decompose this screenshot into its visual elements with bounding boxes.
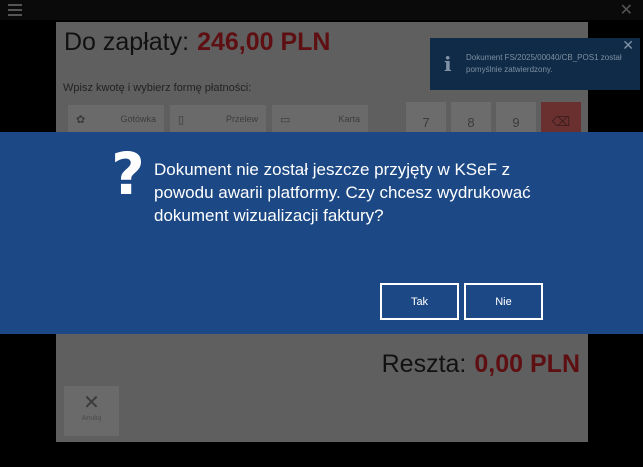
pay-transfer-label: Przelew [225,114,258,124]
yes-button[interactable]: Tak [380,283,459,320]
window-close-icon[interactable]: ✕ [620,0,633,19]
card-icon: ▭ [280,112,291,126]
change-label: Reszta: [381,350,467,378]
confirm-dialog: ? Dokument nie został jeszcze przyjęty w… [0,132,643,334]
pay-cash-button[interactable]: ✿ Gotówka [68,105,164,133]
keypad-key-7[interactable]: 7 [406,102,446,132]
toast-close-icon[interactable]: ✕ [622,38,634,54]
pay-card-button[interactable]: ▭ Karta [272,105,368,133]
cash-icon: ✿ [76,112,86,126]
payment-instruction: Wpisz kwotę i wybierz formę płatności: [63,82,252,94]
cancel-tile-label: Anuluj [81,415,102,422]
amount-due-value: 246,00 PLN [197,28,331,56]
no-button[interactable]: Nie [464,283,543,320]
close-icon: ✕ [83,390,100,414]
amount-due-label: Do zapłaty: [64,28,190,56]
cancel-tile-button[interactable]: ✕ Anuluj [64,386,119,436]
change-value: 0,00 PLN [474,350,580,378]
backspace-icon: ⌫ [551,115,571,130]
top-bar: ✕ [0,0,643,20]
document-icon: ▯ [178,112,185,126]
amount-due: Do zapłaty: 246,00 PLN [64,28,330,57]
change-amount: Reszta: 0,00 PLN [382,350,580,379]
hamburger-menu-icon[interactable] [8,4,22,16]
info-icon: i [444,52,452,76]
pay-cash-label: Gotówka [120,114,156,124]
backspace-key[interactable]: ⌫ [541,102,581,132]
toast-message: Dokument FS/2025/00040/CB_POS1 został po… [466,53,622,74]
question-icon: ? [111,140,145,208]
notification-toast: i Dokument FS/2025/00040/CB_POS1 został … [430,38,640,90]
keypad-key-9[interactable]: 9 [496,102,536,132]
keypad-key-8[interactable]: 8 [451,102,491,132]
dialog-message: Dokument nie został jeszcze przyjęty w K… [154,160,531,225]
pay-card-label: Karta [338,114,360,124]
pay-transfer-button[interactable]: ▯ Przelew [170,105,266,133]
